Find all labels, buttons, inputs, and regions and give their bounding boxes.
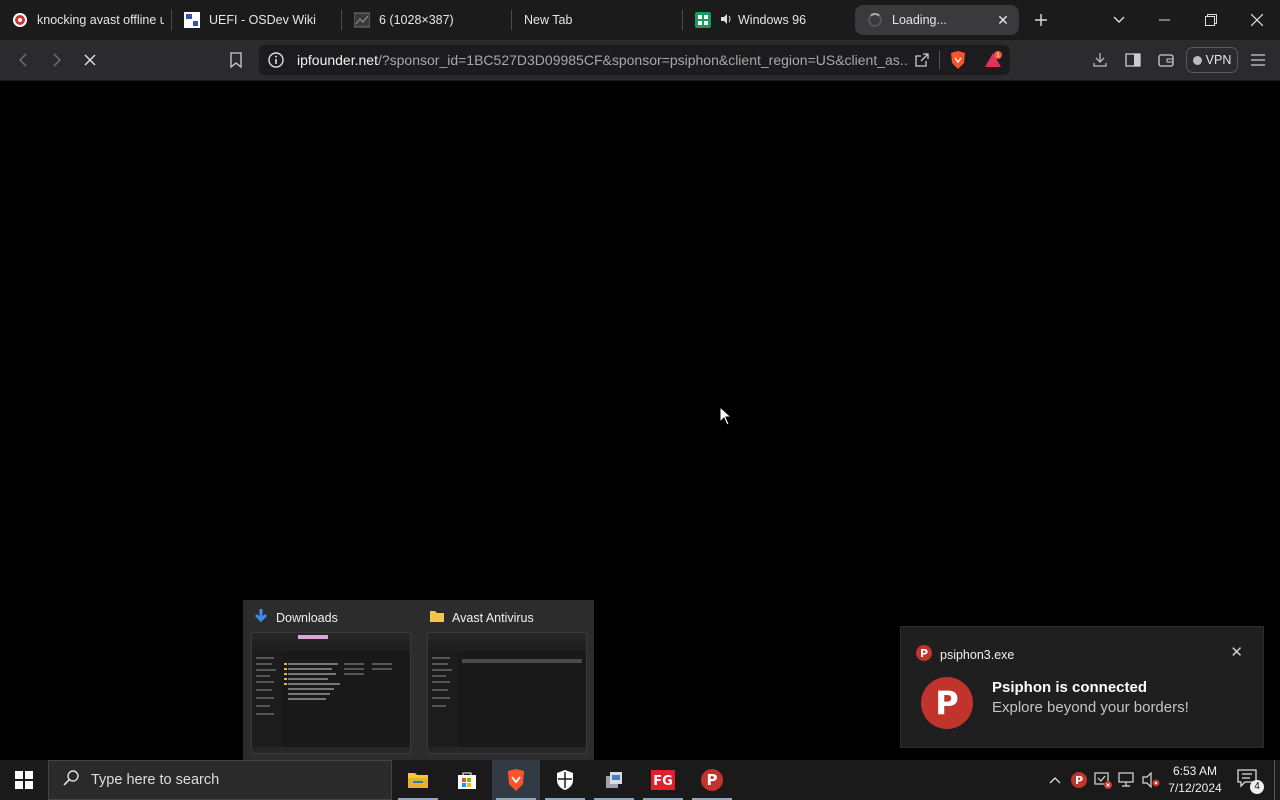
tab-title: UEFI - OSDev Wiki	[209, 13, 316, 27]
tab-image[interactable]: 6 (1028×387)	[342, 5, 506, 35]
close-tab-icon[interactable]: ✕	[995, 12, 1011, 28]
download-arrow-icon	[253, 608, 269, 627]
tab-title: Windows 96	[738, 13, 807, 27]
downloads-icon[interactable]	[1088, 48, 1112, 72]
image-favicon-icon	[354, 12, 370, 28]
security-alert-tray-icon[interactable]	[1093, 770, 1113, 790]
close-window-button[interactable]	[1245, 8, 1269, 32]
search-placeholder: Type here to search	[91, 772, 220, 788]
site-info-icon[interactable]	[268, 52, 284, 73]
brave-icon	[508, 769, 524, 791]
svg-text:P: P	[920, 647, 928, 660]
psiphon-app-icon: P	[916, 645, 932, 664]
microsoft-store-icon	[458, 772, 476, 789]
psiphon-logo-icon: P	[921, 677, 973, 729]
notification-toast[interactable]: P psiphon3.exe ✕ P Psiphon is connected …	[900, 626, 1264, 748]
minimize-button[interactable]	[1153, 8, 1177, 32]
show-hidden-icons-chevron-icon[interactable]	[1045, 770, 1065, 790]
taskbar: Type here to search FG P P 6:53 AM 7/12/…	[0, 760, 1280, 800]
svg-text:P: P	[1075, 774, 1083, 787]
brave-taskbar-button[interactable]	[492, 760, 540, 800]
close-notification-icon[interactable]: ✕	[1230, 643, 1243, 661]
preview-window-downloads[interactable]: Downloads	[243, 600, 418, 760]
restore-button[interactable]	[1199, 8, 1223, 32]
sidebar-icon[interactable]	[1121, 48, 1145, 72]
tab-search-chevron-icon[interactable]	[1107, 8, 1131, 32]
preview-thumbnail	[251, 632, 411, 754]
brave-shields-icon[interactable]	[949, 50, 967, 75]
fg-app-icon: FG	[651, 770, 675, 790]
stop-loading-button[interactable]	[78, 48, 102, 72]
tab-osdev[interactable]: UEFI - OSDev Wiki	[172, 5, 336, 35]
toast-title: Psiphon is connected	[992, 679, 1148, 696]
new-tab-button[interactable]	[1029, 8, 1053, 32]
file-explorer-taskbar-button[interactable]	[394, 760, 442, 800]
microsoft-store-taskbar-button[interactable]	[443, 760, 491, 800]
taskbar-search-box[interactable]: Type here to search	[48, 760, 392, 800]
tab-strip: knocking avast offline u UEFI - OSDev Wi…	[0, 0, 1280, 40]
tab-title: New Tab	[524, 13, 573, 27]
clock-date: 7/12/2024	[1168, 781, 1222, 795]
svg-text:P: P	[707, 771, 718, 789]
tab-title: Loading...	[892, 13, 947, 27]
network-tray-icon[interactable]	[1117, 770, 1137, 790]
bookmark-icon[interactable]	[224, 48, 248, 72]
vpn-button[interactable]: VPN	[1186, 47, 1238, 73]
preview-thumbnail	[427, 632, 587, 754]
tab-new-tab[interactable]: New Tab	[512, 5, 676, 35]
preview-title: Downloads	[276, 610, 338, 625]
fg-app-taskbar-button[interactable]: FG	[639, 760, 687, 800]
back-button[interactable]	[11, 48, 35, 72]
svg-text:P: P	[935, 684, 958, 722]
action-center-button[interactable]: 4	[1236, 768, 1264, 794]
mouse-cursor-icon	[719, 406, 733, 426]
windows-security-taskbar-button[interactable]	[541, 760, 589, 800]
start-button[interactable]	[0, 760, 48, 800]
osdev-favicon-icon	[184, 12, 200, 28]
preview-title: Avast Antivirus	[452, 610, 534, 625]
tab-windows96[interactable]: Windows 96	[683, 5, 847, 35]
tab-title: knocking avast offline u	[37, 13, 164, 27]
folder-icon	[429, 608, 445, 627]
tab-title: 6 (1028×387)	[379, 13, 454, 27]
url-text[interactable]: ipfounder.net/?sponsor_id=1BC527D3D09985…	[297, 52, 909, 68]
show-desktop-button[interactable]	[1274, 760, 1275, 800]
psiphon-tray-icon[interactable]: P	[1069, 770, 1089, 790]
network-app-icon	[606, 772, 622, 788]
wallet-icon[interactable]	[1154, 48, 1178, 72]
windows96-favicon-icon	[695, 12, 711, 28]
vpn-status-icon	[1192, 55, 1202, 65]
tab-avast[interactable]: knocking avast offline u	[0, 5, 164, 35]
search-icon	[63, 769, 79, 791]
windows-security-icon	[557, 770, 573, 790]
svg-text:FG: FG	[653, 774, 673, 789]
network-app-taskbar-button[interactable]	[590, 760, 638, 800]
brave-rewards-icon[interactable]: 1	[983, 51, 1003, 74]
file-explorer-icon	[408, 773, 428, 788]
psiphon-taskbar-button[interactable]: P	[688, 760, 736, 800]
menu-icon[interactable]	[1246, 48, 1270, 72]
spinner-icon	[867, 12, 883, 28]
psiphon-icon: P	[701, 769, 723, 791]
toast-app-name: psiphon3.exe	[940, 647, 1015, 662]
toast-body: Explore beyond your borders!	[992, 699, 1189, 716]
system-clock[interactable]: 6:53 AM 7/12/2024	[1158, 763, 1232, 797]
vpn-label: VPN	[1205, 53, 1232, 67]
taskbar-thumbnail-preview: Downloads Avast Antivirus	[243, 600, 594, 760]
browser-toolbar: ipfounder.net/?sponsor_id=1BC527D3D09985…	[0, 40, 1280, 81]
tab-loading-active[interactable]: Loading... ✕	[855, 5, 1019, 35]
avast-favicon-icon	[12, 12, 28, 28]
notification-count-badge: 4	[1250, 780, 1264, 794]
forward-button[interactable]	[45, 48, 69, 72]
share-icon[interactable]	[914, 52, 930, 73]
svg-text:1: 1	[996, 52, 1000, 59]
clock-time: 6:53 AM	[1172, 764, 1218, 778]
preview-window-avast[interactable]: Avast Antivirus	[419, 600, 594, 760]
audio-playing-icon[interactable]	[720, 13, 732, 28]
windows-logo-icon	[15, 771, 33, 789]
address-bar[interactable]: ipfounder.net/?sponsor_id=1BC527D3D09985…	[259, 45, 1010, 75]
